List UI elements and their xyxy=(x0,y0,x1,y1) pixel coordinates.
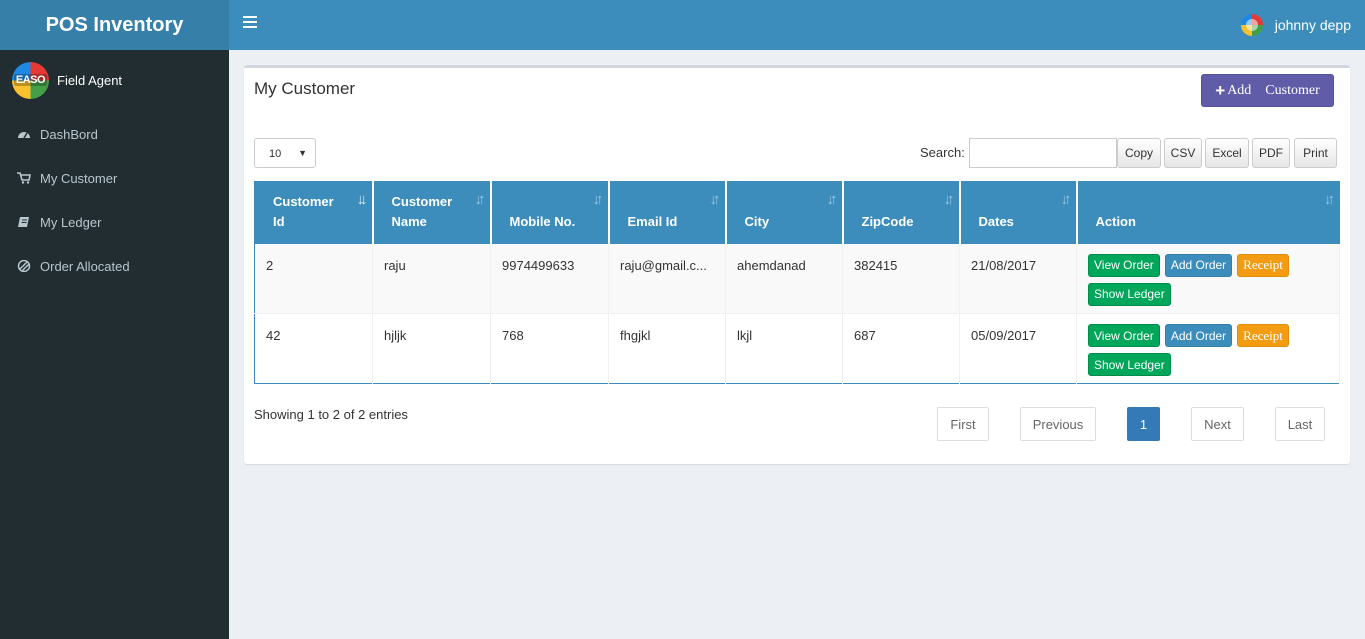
pagination-first[interactable]: First xyxy=(937,407,989,441)
app-logo[interactable]: POS Inventory xyxy=(0,0,229,50)
cell-customer-id: 2 xyxy=(254,243,373,314)
cart-icon xyxy=(17,172,31,184)
col-customer-id[interactable]: Customer Id ↓↓ xyxy=(254,181,374,244)
cell-date: 21/08/2017 xyxy=(959,243,1077,314)
header-label: Email Id xyxy=(627,213,678,229)
user-menu[interactable]: johnny depp xyxy=(1240,14,1351,36)
header-label: City xyxy=(744,213,770,229)
sort-icon: ↓↑ xyxy=(1324,191,1335,208)
cell-city: ahemdanad xyxy=(725,243,843,314)
add-customer-button[interactable]: + Add Customer xyxy=(1201,74,1334,107)
header-label: Id xyxy=(273,213,285,229)
cell-mobile: 9974499633 xyxy=(490,243,609,314)
cell-city: lkjl xyxy=(725,313,843,384)
table-info: Showing 1 to 2 of 2 entries xyxy=(254,407,408,422)
sidebar-menu: DashBord My Customer My Ledger Order All… xyxy=(0,112,229,288)
sidebar-item-dashboard[interactable]: DashBord xyxy=(0,112,229,156)
add-order-button[interactable]: Add Order xyxy=(1164,324,1233,347)
sidebar-avatar: EASO xyxy=(12,61,49,99)
sidebar-user-panel: EASO Field Agent xyxy=(0,50,229,110)
excel-button[interactable]: Excel xyxy=(1205,138,1249,168)
col-city[interactable]: City ↓↑ xyxy=(725,181,844,244)
pie-icon xyxy=(17,259,31,273)
sidebar-item-label: DashBord xyxy=(40,126,98,142)
sidebar-item-label: My Ledger xyxy=(40,214,102,230)
search-input[interactable] xyxy=(969,138,1117,168)
table-row: 42 hjljk 768 fhgjkl lkjl 687 05/09/2017 … xyxy=(254,313,1340,384)
receipt-button[interactable]: Receipt xyxy=(1237,324,1289,347)
col-action[interactable]: Action ↓↑ xyxy=(1076,181,1340,244)
sidebar-item-order-allocated[interactable]: Order Allocated xyxy=(0,244,229,288)
show-ledger-button[interactable]: Show Ledger xyxy=(1088,282,1171,306)
header-label: Action xyxy=(1095,213,1136,229)
sidebar-toggle-icon[interactable] xyxy=(243,16,257,30)
col-dates[interactable]: Dates ↓↑ xyxy=(959,181,1078,244)
sort-icon: ↓↑ xyxy=(474,191,486,208)
sort-icon: ↓↑ xyxy=(709,191,721,208)
add-order-button[interactable]: Add Order xyxy=(1164,253,1233,277)
csv-button[interactable]: CSV xyxy=(1164,138,1202,168)
sidebar-item-my-customer[interactable]: My Customer xyxy=(0,156,229,200)
customer-table: Customer Id ↓↓ Customer Name ↓↑ Mobile No. ↓↑… xyxy=(254,181,1340,384)
cell-actions: View Order Add Order Receipt Show Ledger xyxy=(1076,243,1340,314)
cell-customer-name: hjljk xyxy=(372,313,491,384)
col-email[interactable]: Email Id ↓↑ xyxy=(608,181,727,244)
receipt-button[interactable]: Receipt xyxy=(1237,253,1289,277)
header-label: Mobile No. xyxy=(509,213,576,229)
sort-icon: ↓↑ xyxy=(592,191,604,208)
col-zipcode[interactable]: ZipCode ↓↑ xyxy=(842,181,961,244)
dashboard-icon xyxy=(17,128,31,140)
page-title: My Customer xyxy=(254,79,356,98)
avatar-text: EASO xyxy=(13,74,48,86)
user-avatar xyxy=(1240,14,1263,36)
header-label: Dates xyxy=(978,213,1014,229)
plus-icon: + xyxy=(1215,80,1226,100)
header-label: ZipCode xyxy=(861,213,914,229)
page-length-select[interactable]: 10 ▼ xyxy=(254,138,316,168)
sidebar-user-role: Field Agent xyxy=(57,72,123,88)
cell-date: 05/09/2017 xyxy=(959,313,1077,384)
pagination-previous[interactable]: Previous xyxy=(1020,407,1096,441)
cell-zipcode: 382415 xyxy=(842,243,960,314)
cell-actions: View Order Add Order Receipt Show Ledger xyxy=(1076,313,1340,384)
page-length-value: 10 xyxy=(269,148,282,160)
book-icon xyxy=(17,216,31,228)
sidebar-item-label: My Customer xyxy=(40,170,118,186)
customer-box: My Customer + Add Customer 10 ▼ Search: … xyxy=(244,65,1350,464)
col-customer-name[interactable]: Customer Name ↓↑ xyxy=(372,181,492,244)
sidebar-item-label: Order Allocated xyxy=(40,258,130,274)
col-mobile[interactable]: Mobile No. ↓↑ xyxy=(490,181,610,244)
copy-button[interactable]: Copy xyxy=(1117,138,1161,168)
sort-icon: ↓↑ xyxy=(826,191,838,208)
pagination-page-1[interactable]: 1 xyxy=(1127,407,1160,441)
header-label: Name xyxy=(391,213,427,229)
user-name: johnny depp xyxy=(1274,17,1351,33)
pagination-last[interactable]: Last xyxy=(1275,407,1325,441)
cell-email: raju@gmail.c... xyxy=(608,243,726,314)
sort-asc-icon: ↓↓ xyxy=(356,191,368,208)
cell-zipcode: 687 xyxy=(842,313,960,384)
cell-customer-id: 42 xyxy=(254,313,373,384)
sort-icon: ↓↑ xyxy=(1060,191,1072,208)
sidebar: EASO Field Agent DashBord My Customer My… xyxy=(0,50,229,639)
caret-down-icon: ▼ xyxy=(298,148,307,158)
cell-email: fhgjkl xyxy=(608,313,726,384)
sidebar-item-my-ledger[interactable]: My Ledger xyxy=(0,200,229,244)
print-button[interactable]: Print xyxy=(1294,138,1337,168)
header-label: Customer xyxy=(273,193,334,209)
cell-mobile: 768 xyxy=(490,313,609,384)
pagination-next[interactable]: Next xyxy=(1191,407,1244,441)
view-order-button[interactable]: View Order xyxy=(1088,324,1160,347)
table-row: 2 raju 9974499633 raju@gmail.c... ahemda… xyxy=(254,243,1340,314)
header-label: Customer xyxy=(391,193,453,209)
show-ledger-button[interactable]: Show Ledger xyxy=(1088,353,1171,376)
table-header-row: Customer Id ↓↓ Customer Name ↓↑ Mobile No. ↓↑… xyxy=(254,181,1340,244)
view-order-button[interactable]: View Order xyxy=(1088,253,1160,277)
search-label: Search: xyxy=(920,145,965,160)
top-navbar: johnny depp xyxy=(229,0,1365,50)
add-customer-label: Add Customer xyxy=(1227,82,1320,98)
pdf-button[interactable]: PDF xyxy=(1252,138,1290,168)
cell-customer-name: raju xyxy=(372,243,491,314)
sort-icon: ↓↑ xyxy=(943,191,955,208)
